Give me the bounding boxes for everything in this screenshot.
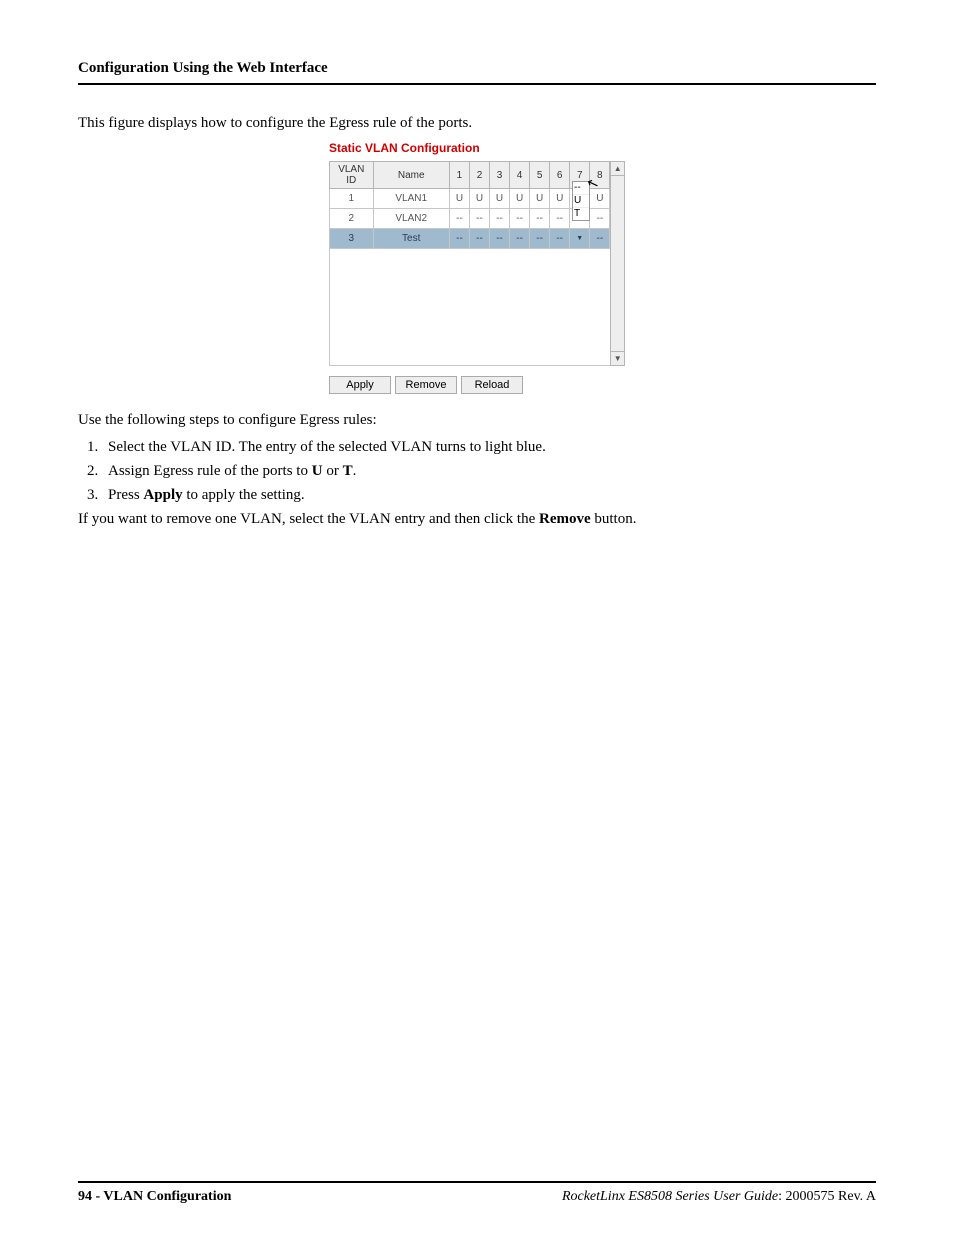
table-blank-area (329, 249, 610, 366)
cell-port[interactable]: -- (510, 209, 530, 229)
cell-port[interactable]: -- (469, 209, 489, 229)
remove-note: If you want to remove one VLAN, select t… (78, 509, 876, 529)
cell-port[interactable]: -- (530, 229, 550, 249)
cell-vlan-name[interactable]: Test (373, 229, 449, 249)
table-header-row: VLAN ID Name 1 2 3 4 5 6 7 8 (330, 162, 610, 189)
button-row: Apply Remove Reload (329, 376, 625, 394)
step-1: Select the VLAN ID. The entry of the sel… (102, 437, 876, 457)
steps-intro: Use the following steps to configure Egr… (78, 410, 876, 430)
col-port-4: 4 (510, 162, 530, 189)
col-port-2: 2 (469, 162, 489, 189)
running-header: Configuration Using the Web Interface (78, 60, 876, 83)
col-port-3: 3 (490, 162, 510, 189)
apply-button[interactable]: Apply (329, 376, 391, 394)
cell-port[interactable]: ▼ (570, 229, 590, 249)
remove-button[interactable]: Remove (395, 376, 457, 394)
cell-port[interactable]: U (510, 189, 530, 209)
col-name: Name (373, 162, 449, 189)
cell-port[interactable]: -- (490, 209, 510, 229)
table-row[interactable]: 2VLAN2---------------- (330, 209, 610, 229)
dropdown-option-t[interactable]: T (573, 207, 589, 220)
vlan-config-screenshot: Static VLAN Configuration VLAN ID Name 1… (329, 141, 625, 394)
intro-paragraph: This figure displays how to configure th… (78, 113, 876, 133)
panel-title: Static VLAN Configuration (329, 141, 625, 155)
cell-port[interactable]: -- (510, 229, 530, 249)
footer-right: RocketLinx ES8508 Series User Guide: 200… (562, 1189, 876, 1205)
col-port-1: 1 (449, 162, 469, 189)
cell-port[interactable]: -- (449, 209, 469, 229)
cell-port[interactable]: -- (530, 209, 550, 229)
table-row[interactable]: 1VLAN1UUUUUUUU (330, 189, 610, 209)
cell-port[interactable]: -- (550, 229, 570, 249)
vlan-table-wrap: VLAN ID Name 1 2 3 4 5 6 7 8 (329, 161, 610, 366)
cell-port[interactable]: -- (469, 229, 489, 249)
cell-port[interactable]: -- (590, 209, 610, 229)
cell-vlan-id[interactable]: 2 (330, 209, 374, 229)
cell-port[interactable]: -- (449, 229, 469, 249)
col-vlan-id: VLAN ID (330, 162, 374, 189)
footer-rule (78, 1181, 876, 1183)
header-rule (78, 83, 876, 85)
cell-vlan-name[interactable]: VLAN2 (373, 209, 449, 229)
reload-button[interactable]: Reload (461, 376, 523, 394)
step-3: Press Apply to apply the setting. (102, 485, 876, 505)
cell-port[interactable]: U (449, 189, 469, 209)
col-port-5: 5 (530, 162, 550, 189)
cell-port[interactable]: U (469, 189, 489, 209)
cell-port[interactable]: -- (590, 229, 610, 249)
table-row[interactable]: 3Test------------▼-- (330, 229, 610, 249)
scroll-track[interactable] (611, 176, 624, 351)
scroll-down-button[interactable]: ▼ (611, 351, 624, 365)
step-2: Assign Egress rule of the ports to U or … (102, 461, 876, 481)
cell-vlan-id[interactable]: 1 (330, 189, 374, 209)
cell-port[interactable]: U (550, 189, 570, 209)
cell-port[interactable]: -- (490, 229, 510, 249)
steps-list: Select the VLAN ID. The entry of the sel… (78, 437, 876, 506)
col-port-6: 6 (550, 162, 570, 189)
chevron-down-icon[interactable]: ▼ (576, 235, 583, 242)
cell-port[interactable]: U (530, 189, 550, 209)
cell-port[interactable]: U (490, 189, 510, 209)
vertical-scrollbar[interactable]: ▲ ▼ (610, 161, 625, 366)
cell-port[interactable]: -- (550, 209, 570, 229)
page-footer: 94 - VLAN Configuration RocketLinx ES850… (78, 1181, 876, 1205)
footer-left: 94 - VLAN Configuration (78, 1189, 231, 1205)
scroll-up-button[interactable]: ▲ (611, 162, 624, 176)
cell-vlan-id[interactable]: 3 (330, 229, 374, 249)
cell-vlan-name[interactable]: VLAN1 (373, 189, 449, 209)
vlan-table: VLAN ID Name 1 2 3 4 5 6 7 8 (329, 161, 610, 249)
dropdown-option-u[interactable]: U (573, 194, 589, 207)
